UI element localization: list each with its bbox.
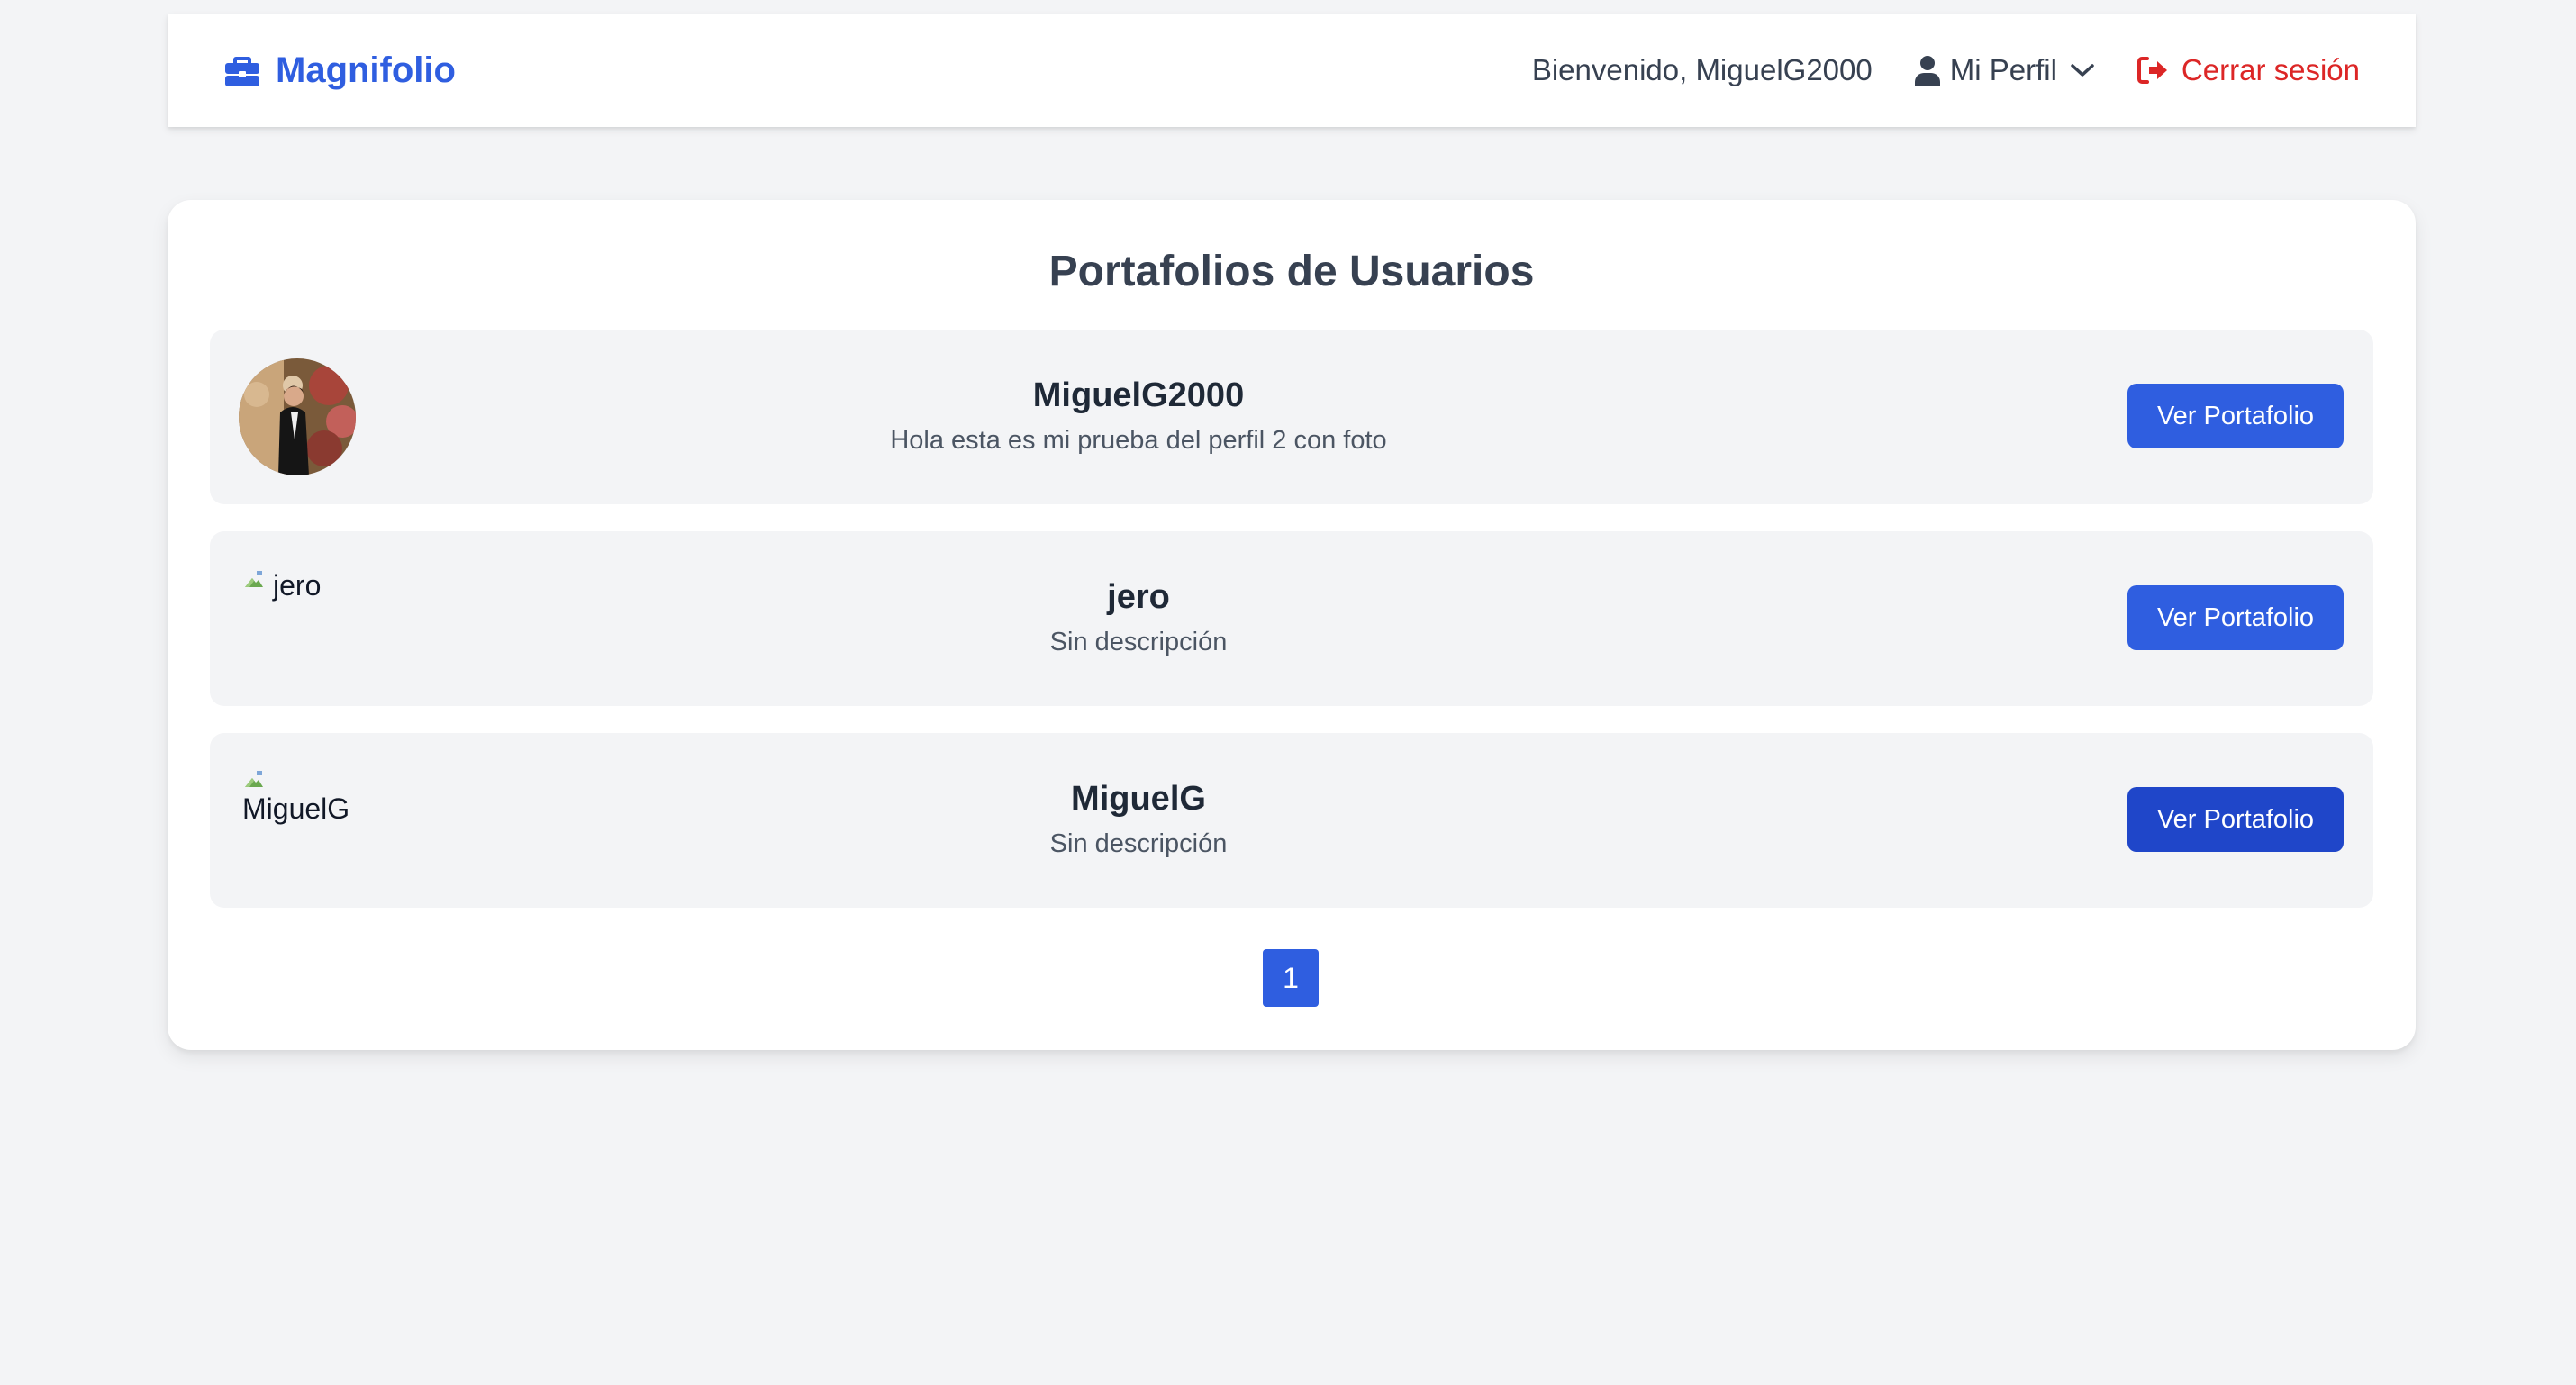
- user-name: MiguelG: [1071, 780, 1206, 818]
- user-row: MiguelG2000 Hola esta es mi prueba del p…: [210, 330, 2373, 504]
- user-info: jero Sin descripción: [210, 578, 2067, 657]
- user-info: MiguelG2000 Hola esta es mi prueba del p…: [210, 376, 2067, 456]
- user-row: MiguelG MiguelG Sin descripción Ver Port…: [210, 733, 2373, 908]
- brand-link[interactable]: Magnifolio: [223, 50, 456, 91]
- briefcase-icon: [225, 57, 259, 86]
- user-name: MiguelG2000: [1032, 376, 1245, 414]
- nav-actions: Bienvenido, MiguelG2000 Mi Perfil Cerrar…: [1532, 53, 2360, 87]
- user-description: Sin descripción: [1049, 628, 1228, 656]
- logout-link[interactable]: Cerrar sesión: [2136, 53, 2360, 87]
- navbar: Magnifolio Bienvenido, MiguelG2000 Mi Pe…: [168, 14, 2416, 127]
- profile-dropdown[interactable]: Mi Perfil: [1914, 53, 2095, 87]
- user-icon: [1914, 56, 1940, 86]
- portfolios-card: Portafolios de Usuarios MiguelG2000 Hola…: [168, 200, 2416, 1050]
- page-title: Portafolios de Usuarios: [1048, 248, 1535, 295]
- welcome-text: Bienvenido, MiguelG2000: [1531, 53, 1873, 86]
- logout-label: Cerrar sesión: [2181, 53, 2360, 86]
- sign-out-icon: [2136, 57, 2167, 84]
- user-name: jero: [1107, 578, 1170, 616]
- view-portfolio-button[interactable]: Ver Portafolio: [2127, 787, 2344, 852]
- view-portfolio-button[interactable]: Ver Portafolio: [2127, 384, 2344, 448]
- user-description: Hola esta es mi prueba del perfil 2 con …: [890, 426, 1387, 455]
- brand-name: Magnifolio: [276, 50, 456, 90]
- user-info: MiguelG Sin descripción: [210, 780, 2067, 859]
- chevron-down-icon: [2071, 64, 2094, 77]
- view-portfolio-button[interactable]: Ver Portafolio: [2127, 585, 2344, 650]
- user-row: jero jero Sin descripción Ver Portafolio: [210, 531, 2373, 706]
- pagination-page-button[interactable]: 1: [1263, 949, 1319, 1007]
- profile-label: Mi Perfil: [1949, 53, 2057, 86]
- user-description: Sin descripción: [1049, 829, 1228, 858]
